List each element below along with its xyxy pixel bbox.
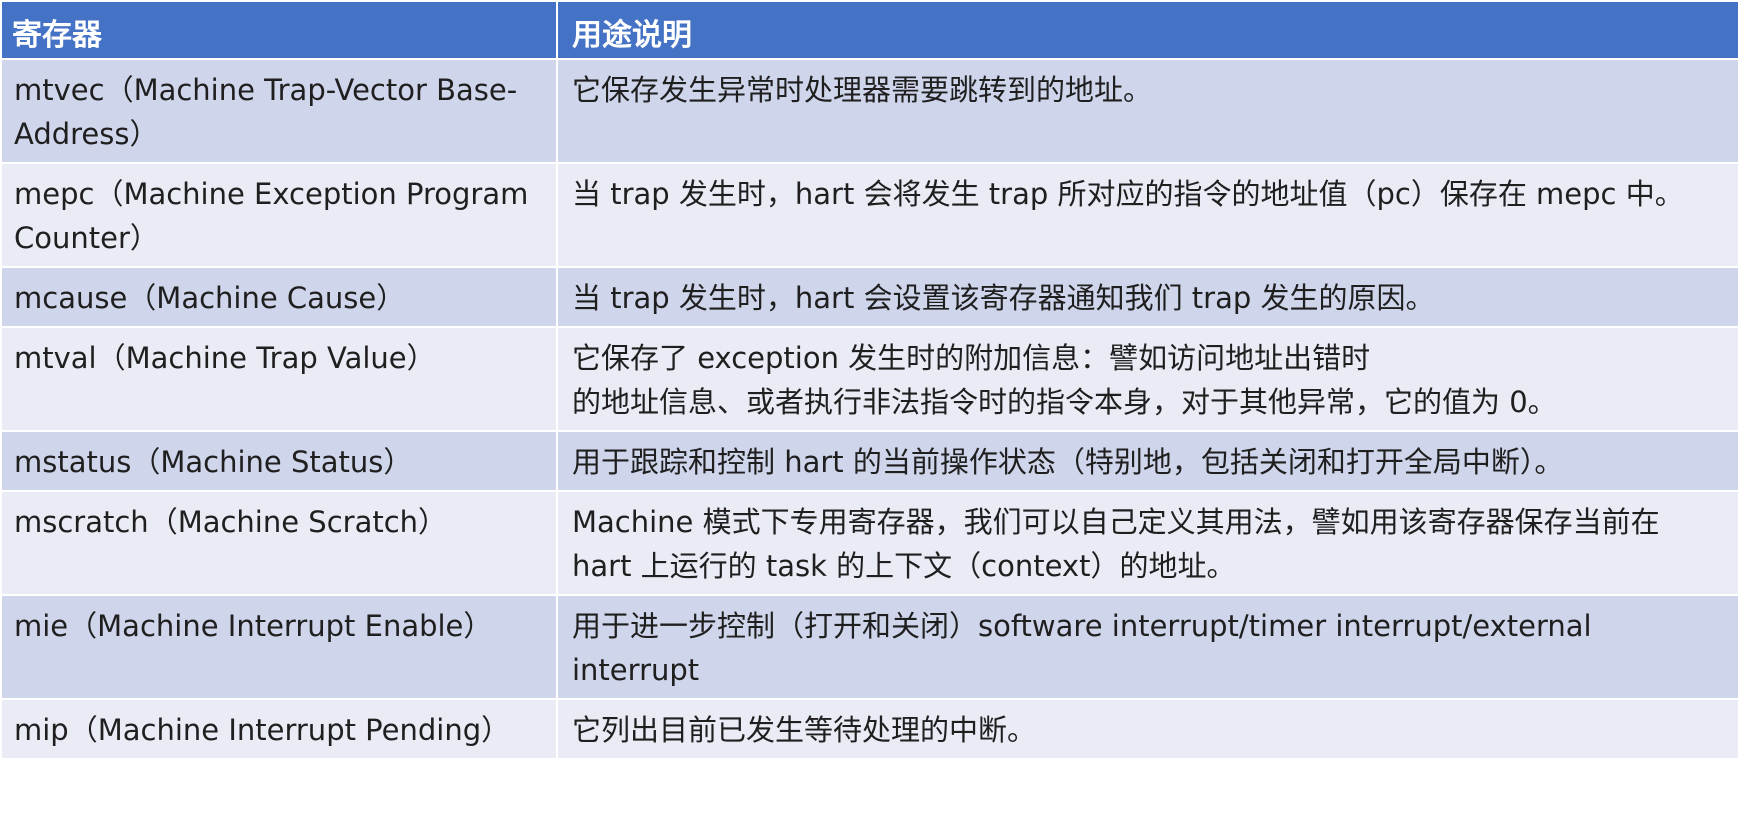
table-row: mscratch（Machine Scratch） Machine 模式下专用寄… <box>0 490 1738 596</box>
description-line: 它保存发生异常时处理器需要跳转到的地址。 <box>572 73 1153 107</box>
register-table: 寄存器 用途说明 mtvec（Machine Trap-Vector Base-… <box>0 0 1738 760</box>
description-line: 用于跟踪和控制 hart 的当前操作状态（特别地，包括关闭和打开全局中断）。 <box>572 445 1564 479</box>
description-line: 的地址信息、或者执行非法指令时的指令本身，对于其他异常，它的值为 0。 <box>572 385 1557 419</box>
table-row: mtval（Machine Trap Value） 它保存了 exception… <box>0 326 1738 432</box>
register-description: 它保存了 exception 发生时的附加信息：譬如访问地址出错时 的地址信息、… <box>556 326 1738 432</box>
register-description: 当 trap 发生时，hart 会设置该寄存器通知我们 trap 发生的原因。 <box>556 266 1738 328</box>
description-line: 用于进一步控制（打开和关闭）software interrupt/timer i… <box>572 609 1592 687</box>
register-description: 用于跟踪和控制 hart 的当前操作状态（特别地，包括关闭和打开全局中断）。 <box>556 430 1738 492</box>
description-line: 当 trap 发生时，hart 会设置该寄存器通知我们 trap 发生的原因。 <box>572 281 1435 315</box>
register-name: mscratch（Machine Scratch） <box>0 490 558 596</box>
register-name: mtvec（Machine Trap-Vector Base-Address） <box>0 58 558 164</box>
register-name: mip（Machine Interrupt Pending） <box>0 698 558 760</box>
description-line: 当 trap 发生时，hart 会将发生 trap 所对应的指令的地址值（pc）… <box>572 177 1684 211</box>
register-description: 当 trap 发生时，hart 会将发生 trap 所对应的指令的地址值（pc）… <box>556 162 1738 268</box>
table-row: mtvec（Machine Trap-Vector Base-Address） … <box>0 58 1738 164</box>
register-name: mcause（Machine Cause） <box>0 266 558 328</box>
table-row: mip（Machine Interrupt Pending） 它列出目前已发生等… <box>0 698 1738 760</box>
description-line: Machine 模式下专用寄存器，我们可以自己定义其用法，譬如用该寄存器保存当前… <box>572 505 1660 583</box>
register-description: 用于进一步控制（打开和关闭）software interrupt/timer i… <box>556 594 1738 700</box>
table-row: mcause（Machine Cause） 当 trap 发生时，hart 会设… <box>0 266 1738 328</box>
register-name: mstatus（Machine Status） <box>0 430 558 492</box>
register-name: mtval（Machine Trap Value） <box>0 326 558 432</box>
register-name: mepc（Machine Exception Program Counter） <box>0 162 558 268</box>
register-name: mie（Machine Interrupt Enable） <box>0 594 558 700</box>
description-line: 它列出目前已发生等待处理的中断。 <box>572 713 1037 747</box>
table-row: mepc（Machine Exception Program Counter） … <box>0 162 1738 268</box>
table-row: mie（Machine Interrupt Enable） 用于进一步控制（打开… <box>0 594 1738 700</box>
header-register: 寄存器 <box>0 0 558 60</box>
table-row: mstatus（Machine Status） 用于跟踪和控制 hart 的当前… <box>0 430 1738 492</box>
register-description: 它保存发生异常时处理器需要跳转到的地址。 <box>556 58 1738 164</box>
header-description: 用途说明 <box>556 0 1738 60</box>
table-header-row: 寄存器 用途说明 <box>0 0 1738 60</box>
description-line: 它保存了 exception 发生时的附加信息：譬如访问地址出错时 <box>572 341 1371 375</box>
register-description: Machine 模式下专用寄存器，我们可以自己定义其用法，譬如用该寄存器保存当前… <box>556 490 1738 596</box>
register-description: 它列出目前已发生等待处理的中断。 <box>556 698 1738 760</box>
